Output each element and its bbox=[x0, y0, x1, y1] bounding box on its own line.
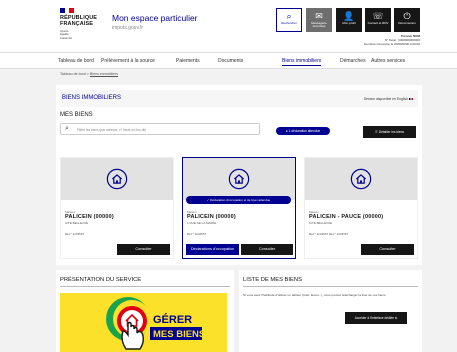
divider bbox=[243, 286, 418, 287]
republique-logo[interactable]: RÉPUBLIQUE FRANÇAISE Liberté Égalité Fra… bbox=[60, 8, 102, 40]
detail-properties-button[interactable]: ☰ Détailler les biens bbox=[363, 126, 416, 138]
property-card: Maison PALICEIN (00000) CITE BELLEVUE Ré… bbox=[60, 157, 174, 259]
messagerie-button-label: Messagerie sécurisée bbox=[311, 21, 327, 29]
contact-button-label: Contact et RDV bbox=[367, 21, 389, 25]
property-reference: Réf.* 1234567 bbox=[65, 232, 85, 236]
logo-devise: Liberté Égalité Fraternité bbox=[60, 29, 102, 40]
messagerie-button[interactable]: ✉ Messagerie sécurisée bbox=[306, 8, 332, 32]
service-title: Mon espace particulier bbox=[112, 13, 198, 23]
property-address: PALICEIN (00000) bbox=[65, 214, 114, 220]
language-label: Service disponible en English bbox=[363, 97, 408, 101]
main-card: BIENS IMMOBILIERS Service disponible en … bbox=[56, 85, 422, 265]
consult-button[interactable]: Consulter bbox=[241, 244, 293, 255]
contact-button[interactable]: ☏ Contact et RDV bbox=[365, 8, 391, 32]
logout-button-label: Déconnexion bbox=[398, 21, 416, 25]
profile-button-label: Mon profil bbox=[342, 21, 356, 25]
language-switch[interactable]: Service disponible en English bbox=[364, 97, 413, 101]
header: RÉPUBLIQUE FRANÇAISE Liberté Égalité Fra… bbox=[0, 0, 457, 52]
declaration-pending-badge: ✓ Déclaration d'occupation et de loyer a… bbox=[186, 196, 291, 204]
devise-3: Fraternité bbox=[60, 35, 72, 40]
property-address: PALICEIN - PAUCE (00000) bbox=[309, 214, 384, 220]
breadcrumb: Tableau de bord > Biens immobiliers bbox=[60, 72, 118, 76]
uk-flag-icon bbox=[409, 97, 413, 101]
property-list-panel: LISTE DE MES BIENS Si vous avez l'habitu… bbox=[239, 270, 422, 352]
page-title-bar: BIENS IMMOBILIERS Service disponible en … bbox=[60, 90, 418, 107]
presentation-panel: PRÉSENTATION DU SERVICE GÉRER MES BIENS bbox=[56, 270, 234, 352]
search-button-label: Rechercher bbox=[281, 21, 297, 25]
main-nav: Tableau de bord Prélèvement à la source … bbox=[0, 52, 457, 69]
nav-item-pas[interactable]: Prélèvement à la source bbox=[101, 58, 155, 64]
nav-item-real-estate[interactable]: Biens immobiliers bbox=[282, 58, 322, 66]
consult-button[interactable]: Consulter bbox=[361, 244, 414, 255]
open-dedicated-interface-button[interactable]: Accéder à l'interface dédiée ⧉ bbox=[345, 312, 407, 324]
profile-button[interactable]: 👤 Mon profil bbox=[336, 8, 362, 32]
presentation-banner[interactable]: GÉRER MES BIENS bbox=[60, 293, 227, 352]
flag-icon bbox=[60, 8, 75, 13]
logo-text: RÉPUBLIQUE FRANÇAISE bbox=[60, 15, 102, 27]
property-address: PALICEIN (00000) bbox=[187, 214, 236, 220]
property-reference: Réf.* 1234567 bbox=[187, 232, 207, 236]
consult-button[interactable]: Consulter bbox=[117, 244, 170, 255]
property-card: Maison PALICEIN - PAUCE (00000) CITE BEL… bbox=[304, 157, 418, 259]
logout-button[interactable]: ⏻ Déconnexion bbox=[394, 8, 420, 32]
search-input[interactable]: ⌕ Filtrer les biens (par adresse, n° fis… bbox=[60, 123, 260, 135]
nav-item-documents[interactable]: Documents bbox=[218, 58, 243, 64]
service-subtitle: impots.gouv.fr bbox=[112, 25, 144, 31]
property-image bbox=[305, 158, 417, 200]
declaration-pending-badge[interactable]: ● 1 déclaration attendue bbox=[276, 127, 330, 135]
user-last-login: Dernière connexion le 00/00/0000 à 00:00 bbox=[364, 42, 420, 46]
divider bbox=[60, 286, 230, 287]
occupation-declaration-button[interactable]: Déclarations d'occupation bbox=[186, 244, 239, 255]
property-list-description: Si vous avez l'habitude d'utiliser un ta… bbox=[243, 293, 387, 297]
banner-line2: MES BIENS bbox=[153, 329, 205, 340]
banner-line1: GÉRER bbox=[153, 313, 192, 326]
property-image bbox=[183, 158, 295, 200]
property-street: CITE BELLEVUE bbox=[309, 221, 333, 225]
property-street: 1 RUE DE LA MAIRIE bbox=[187, 221, 217, 225]
nav-item-dashboard[interactable]: Tableau de bord bbox=[58, 58, 94, 64]
search-icon: ⌕ bbox=[65, 125, 69, 132]
page-title: BIENS IMMOBILIERS bbox=[62, 95, 122, 101]
breadcrumb-current[interactable]: Biens immobiliers bbox=[90, 72, 118, 76]
house-icon bbox=[106, 168, 128, 190]
nav-item-payments[interactable]: Paiements bbox=[176, 58, 200, 64]
house-icon bbox=[228, 168, 250, 190]
service-name[interactable]: Mon espace particulier impots.gouv.fr bbox=[112, 13, 198, 31]
nav-item-procedures[interactable]: Démarches bbox=[340, 58, 366, 64]
breadcrumb-home[interactable]: Tableau de bord bbox=[60, 72, 86, 76]
property-reference: Réf.* 1234567 Réf.* 1234567 bbox=[309, 232, 349, 236]
user-info: Prénom NOM N° fiscal : 0000000000000 Der… bbox=[364, 34, 420, 46]
property-card: ✓ Déclaration d'occupation et de loyer a… bbox=[182, 157, 296, 259]
search-placeholder: Filtrer les biens (par adresse, n° fisca… bbox=[77, 128, 147, 132]
house-icon bbox=[350, 168, 372, 190]
presentation-title: PRÉSENTATION DU SERVICE bbox=[60, 277, 142, 283]
property-list-title: LISTE DE MES BIENS bbox=[243, 277, 302, 283]
nav-item-other-services[interactable]: Autres services bbox=[371, 58, 405, 64]
property-image bbox=[61, 158, 173, 200]
property-street: CITE BELLEVUE bbox=[65, 221, 89, 225]
search-button[interactable]: ⌕ Rechercher bbox=[276, 8, 302, 32]
gerer-mes-biens-illustration: GÉRER MES BIENS bbox=[106, 297, 205, 350]
logo-line2: FRANÇAISE bbox=[60, 21, 93, 27]
section-title: MES BIENS bbox=[60, 112, 93, 118]
